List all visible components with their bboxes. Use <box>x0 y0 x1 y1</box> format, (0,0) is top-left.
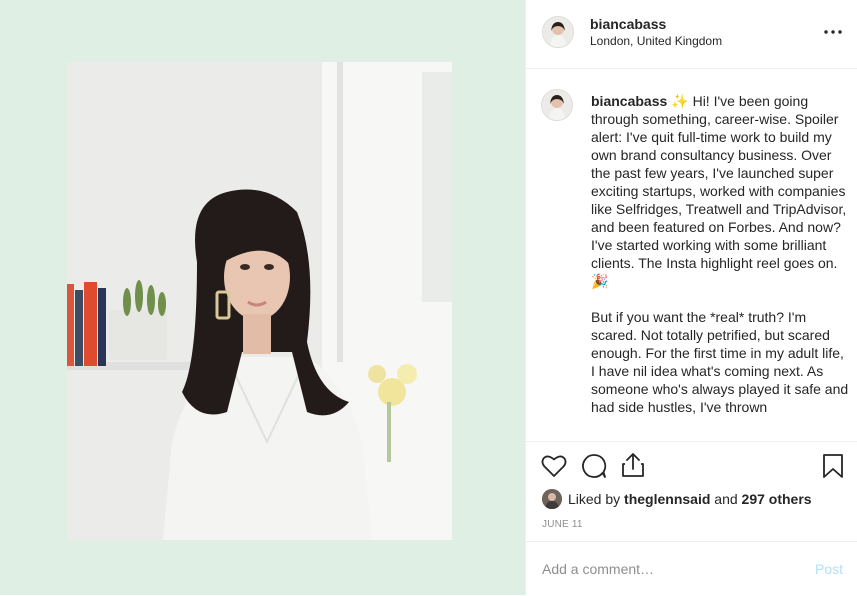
likes-count[interactable]: 297 others <box>742 491 812 507</box>
divider <box>526 441 857 442</box>
avatar-image <box>542 90 572 120</box>
author-avatar[interactable] <box>542 16 574 48</box>
likes-summary: Liked by theglennsaid and 297 others <box>542 489 812 509</box>
media-pane <box>0 0 525 595</box>
likes-prefix: Liked by <box>568 491 621 507</box>
post-location[interactable]: London, United Kingdom <box>590 34 722 48</box>
comment-input[interactable] <box>542 558 792 580</box>
post-photo[interactable] <box>67 62 452 540</box>
liker-username[interactable]: theglennsaid <box>624 491 710 507</box>
caption-text: ✨ Hi! I've been going through something,… <box>591 93 847 289</box>
post-comment-button[interactable]: Post <box>815 561 843 577</box>
more-options-icon[interactable] <box>821 22 845 42</box>
caption-area: biancabass ✨ Hi! I've been going through … <box>526 69 857 441</box>
portrait-image <box>67 62 452 540</box>
avatar-image <box>543 17 573 47</box>
caption-author-avatar[interactable] <box>541 89 573 121</box>
caption-paragraph: But if you want the *real* truth? I'm sc… <box>591 309 849 415</box>
comment-bar: Post <box>526 541 857 596</box>
caption-paragraph: biancabass ✨ Hi! I've been going through … <box>591 92 849 290</box>
caption-username[interactable]: biancabass <box>591 93 667 109</box>
post-caption: biancabass ✨ Hi! I've been going through … <box>591 92 849 434</box>
post-sidebar: biancabass London, United Kingdom bianca… <box>525 0 857 595</box>
post-date[interactable]: JUNE 11 <box>542 519 583 530</box>
post-header: biancabass London, United Kingdom <box>526 0 857 69</box>
author-username[interactable]: biancabass <box>590 16 666 32</box>
comment-icon[interactable] <box>581 453 607 484</box>
likes-joiner: and <box>714 491 738 507</box>
share-icon[interactable] <box>621 452 645 483</box>
liker-avatar[interactable] <box>542 489 562 509</box>
heart-icon[interactable] <box>541 454 567 483</box>
bookmark-icon[interactable] <box>822 453 844 484</box>
